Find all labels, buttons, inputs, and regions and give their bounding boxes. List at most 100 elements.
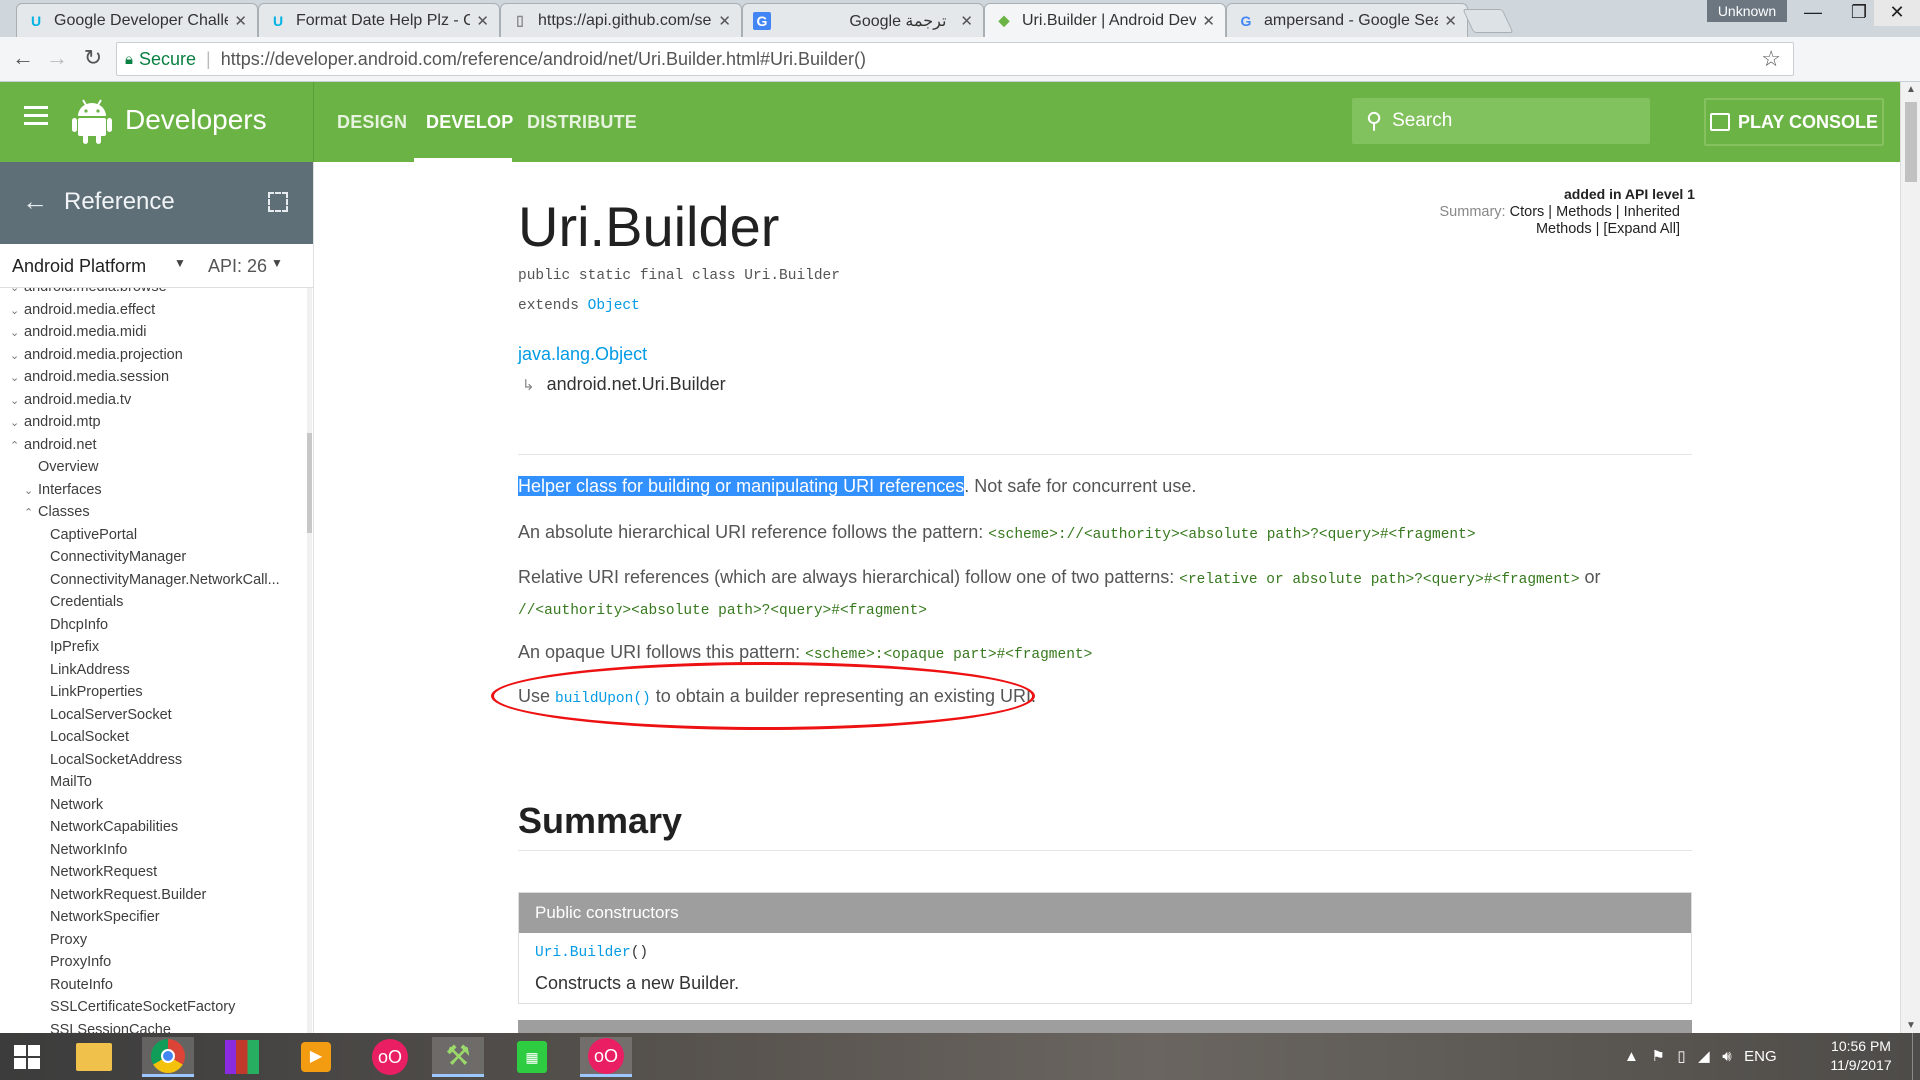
sidebar-item[interactable]: IpPrefix [0, 636, 300, 659]
new-tab-button[interactable] [1462, 9, 1514, 33]
language-indicator[interactable]: ENG [1744, 1048, 1777, 1065]
scrollbar-thumb[interactable] [1905, 102, 1917, 182]
sidebar-item[interactable]: LocalSocket [0, 726, 300, 749]
nav-design[interactable]: DESIGN [337, 112, 407, 133]
chevron-down-icon[interactable]: ⌄ [10, 322, 24, 344]
sidebar-item[interactable]: Proxy [0, 929, 300, 952]
chevron-down-icon[interactable]: ⌄ [10, 345, 24, 367]
sidebar-item[interactable]: Overview [0, 456, 300, 479]
sidebar-item[interactable]: SSLSessionCache [0, 1019, 300, 1034]
media-player-icon[interactable]: ▶ [290, 1037, 342, 1077]
tray-overflow-icon[interactable]: ▲ [1624, 1048, 1639, 1065]
wifi-icon[interactable]: ◢ [1698, 1048, 1710, 1065]
sidebar-item[interactable]: LocalServerSocket [0, 704, 300, 727]
api-dropdown[interactable]: API: 26 [208, 256, 267, 277]
tab-uri-builder[interactable]: ◆ Uri.Builder | Android Dev ✕ [984, 3, 1226, 37]
sidebar-item[interactable]: LinkProperties [0, 681, 300, 704]
show-desktop-button[interactable] [1912, 1033, 1920, 1080]
constructor-link[interactable]: Uri.Builder() [535, 945, 648, 961]
back-arrow-icon[interactable]: ← [22, 186, 48, 217]
sidebar-item[interactable]: ⌄ android.media.midi [0, 321, 300, 344]
sidebar-item[interactable]: SSLCertificateSocketFactory [0, 996, 300, 1019]
profile-label[interactable]: Unknown [1707, 0, 1787, 22]
sidebar-item[interactable]: Network [0, 794, 300, 817]
inheritance-parent-link[interactable]: java.lang.Object [518, 344, 647, 365]
scroll-down-icon[interactable]: ▼ [1906, 1020, 1916, 1031]
sidebar-item[interactable]: RouteInfo [0, 974, 300, 997]
tab-ampersand-search[interactable]: G ampersand - Google Sea ✕ [1226, 3, 1468, 37]
expand-icon[interactable] [268, 192, 288, 212]
reload-icon[interactable]: ↻ [78, 45, 108, 71]
nav-distribute[interactable]: DISTRIBUTE [527, 112, 637, 133]
caret-down-icon[interactable]: ▼ [271, 256, 283, 270]
sidebar-item[interactable]: NetworkRequest.Builder [0, 884, 300, 907]
close-tab-icon[interactable]: ✕ [960, 12, 973, 30]
file-explorer-icon[interactable] [68, 1037, 120, 1077]
clock[interactable]: 10:56 PM 11/9/2017 [1826, 1037, 1896, 1075]
sidebar-item[interactable]: ConnectivityManager.NetworkCall... [0, 569, 300, 592]
url-text[interactable]: https://developer.android.com/reference/… [221, 49, 866, 70]
bookmark-star-icon[interactable]: ☆ [1761, 46, 1781, 72]
chevron-down-icon[interactable]: ⌄ [10, 300, 24, 322]
close-tab-icon[interactable]: ✕ [476, 12, 489, 30]
close-tab-icon[interactable]: ✕ [718, 12, 731, 30]
page-scrollbar[interactable]: ▲ ▼ [1900, 82, 1920, 1033]
windows-start-icon[interactable] [14, 1045, 40, 1069]
tab-format-date-help[interactable]: U Format Date Help Plz - C ✕ [258, 3, 500, 37]
search-input[interactable]: ⚲ Search [1352, 98, 1650, 144]
winrar-icon[interactable] [216, 1037, 268, 1077]
sidebar-item[interactable]: ⌄android.media.browse [0, 288, 300, 299]
sidebar-item[interactable]: ProxyInfo [0, 951, 300, 974]
caret-down-icon[interactable]: ▼ [174, 256, 186, 270]
summary-link-methods[interactable]: Methods [1556, 204, 1612, 220]
platform-dropdown[interactable]: Android Platform [12, 256, 146, 277]
chevron-down-icon[interactable]: ⌄ [10, 412, 24, 434]
sidebar-item[interactable]: NetworkSpecifier [0, 906, 300, 929]
tab-google-translate[interactable]: G Google ترجمة ✕ [742, 3, 984, 37]
sidebar-item[interactable]: NetworkInfo [0, 839, 300, 862]
sidebar-item[interactable]: ⌄ Interfaces [0, 479, 300, 502]
flag-icon[interactable]: ⚑ [1651, 1048, 1664, 1065]
chevron-down-icon[interactable]: ⌄ [10, 390, 24, 412]
minimize-icon[interactable]: — [1790, 0, 1836, 26]
sidebar-item[interactable]: ⌃ Classes [0, 501, 300, 524]
back-icon[interactable]: ← [8, 45, 38, 71]
sidebar-item[interactable]: ConnectivityManager [0, 546, 300, 569]
object-link[interactable]: Object [588, 298, 640, 314]
android-studio-icon[interactable]: ⚒ [432, 1037, 484, 1077]
sidebar-item[interactable]: ⌄ android.media.session [0, 366, 300, 389]
forward-icon[interactable]: → [42, 45, 72, 71]
flickr-icon[interactable]: oO [364, 1037, 416, 1077]
chevron-down-icon[interactable]: ⌄ [24, 480, 38, 502]
sidebar-item[interactable]: NetworkRequest [0, 861, 300, 884]
chevron-up-icon[interactable]: ⌃ [10, 435, 24, 457]
scrollbar-thumb[interactable] [307, 433, 312, 533]
store-icon[interactable]: ▦ [506, 1037, 558, 1077]
sidebar-item[interactable]: ⌃ android.net [0, 434, 300, 457]
constructor-name[interactable]: Uri.Builder [535, 945, 631, 961]
sidebar-scrollbar[interactable] [307, 288, 312, 1033]
sidebar-item[interactable]: ⌄ android.media.effect [0, 299, 300, 322]
sidebar-item[interactable]: ⌄ android.mtp [0, 411, 300, 434]
android-logo-icon[interactable] [72, 98, 112, 144]
flickr-icon[interactable]: oO [580, 1037, 632, 1077]
play-console-button[interactable]: PLAY CONSOLE [1704, 98, 1884, 146]
close-window-icon[interactable]: ✕ [1874, 0, 1920, 26]
sidebar-item[interactable]: CaptivePortal [0, 524, 300, 547]
hamburger-menu-icon[interactable] [24, 106, 48, 126]
sidebar-item[interactable]: NetworkCapabilities [0, 816, 300, 839]
sidebar-item[interactable]: DhcpInfo [0, 614, 300, 637]
summary-link-expand-all[interactable]: [Expand All] [1603, 221, 1680, 237]
scroll-up-icon[interactable]: ▲ [1906, 84, 1916, 95]
selected-text[interactable]: Helper class for building or manipulatin… [518, 476, 965, 496]
tab-google-developer-challenge[interactable]: U Google Developer Challe ✕ [16, 3, 258, 37]
chrome-icon[interactable] [142, 1037, 194, 1077]
sidebar-item[interactable]: Credentials [0, 591, 300, 614]
tab-github-api[interactable]: ▯ https://api.github.com/se ✕ [500, 3, 742, 37]
sidebar-item[interactable]: ⌄ android.media.tv [0, 389, 300, 412]
sidebar-item[interactable]: LocalSocketAddress [0, 749, 300, 772]
chevron-down-icon[interactable]: ⌄ [10, 288, 24, 299]
close-tab-icon[interactable]: ✕ [234, 12, 247, 30]
battery-icon[interactable]: ▯ [1677, 1048, 1685, 1065]
close-tab-icon[interactable]: ✕ [1202, 12, 1215, 30]
